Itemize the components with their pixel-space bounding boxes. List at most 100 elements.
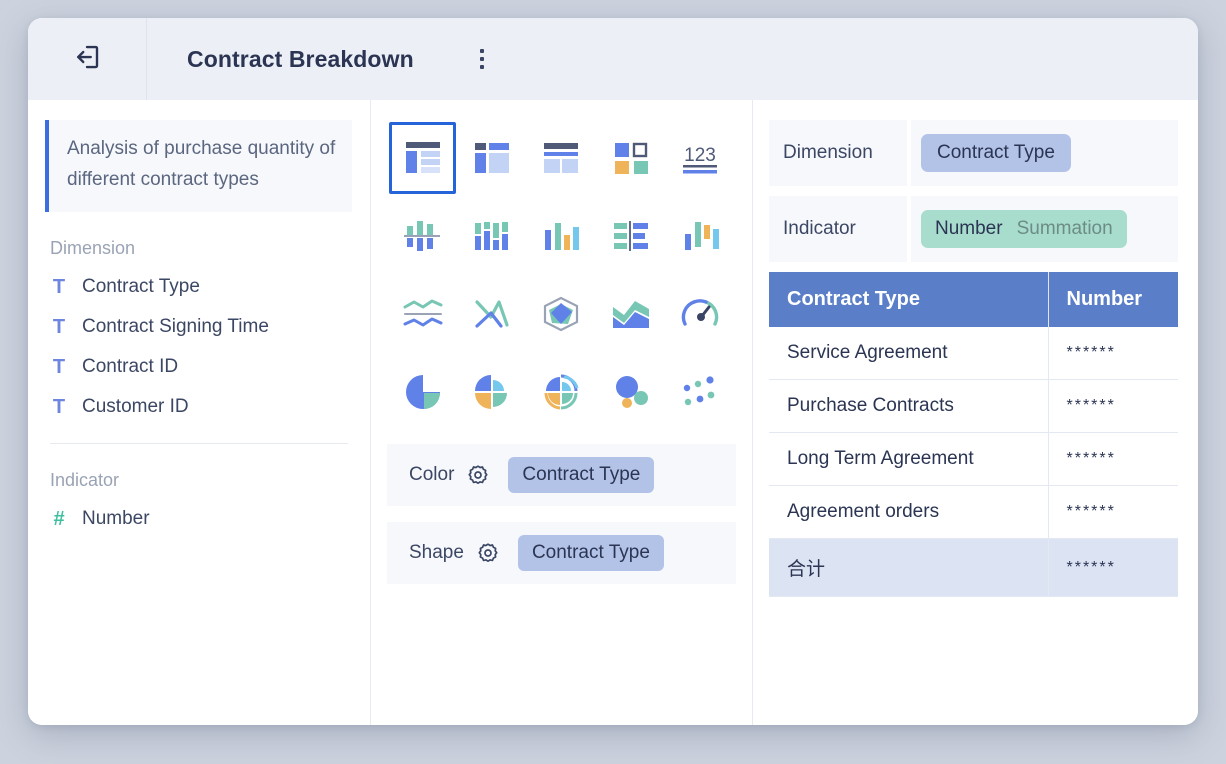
indicator-field-name: Number <box>935 218 1003 239</box>
text-type-icon: T <box>52 355 66 378</box>
chart-type-panel: 123 Color Contract Type Shape Contract T… <box>371 100 753 725</box>
chart-type-area[interactable] <box>597 278 664 350</box>
dimension-field-pill[interactable]: Contract Type <box>921 134 1071 172</box>
fields-sidebar: Analysis of purchase quantity of differe… <box>28 100 371 725</box>
slot-label-dimension: Dimension <box>769 120 907 186</box>
cell-number: ****** <box>1048 432 1178 486</box>
chart-type-card-tile[interactable] <box>597 122 664 194</box>
chart-type-bidirectional-bar[interactable] <box>389 200 456 272</box>
sidebar-field-contract-type[interactable]: T Contract Type <box>28 267 370 307</box>
number-type-icon: # <box>53 507 65 530</box>
cell-number: ****** <box>1048 485 1178 539</box>
exit-arrow-icon <box>72 42 102 77</box>
slot-row-dimension: Dimension Contract Type <box>769 120 1178 186</box>
kebab-menu-icon[interactable] <box>474 43 490 75</box>
table-header-number[interactable]: Number <box>1048 272 1178 327</box>
field-label: Customer ID <box>82 395 189 417</box>
cell-contract-type: Purchase Contracts <box>769 379 1049 433</box>
header-main: Contract Breakdown <box>147 18 1198 100</box>
bidirectional-bar-chart-icon <box>400 215 446 257</box>
app-window: Contract Breakdown Analysis of purchase … <box>28 18 1198 725</box>
donut-segment-chart-icon <box>469 371 515 413</box>
field-label: Number <box>82 507 150 529</box>
cell-number: ****** <box>1048 379 1178 433</box>
area-chart-icon <box>608 293 654 335</box>
indicator-field-pill[interactable]: Number Summation <box>921 210 1127 248</box>
sidebar-field-contract-signing-time[interactable]: T Contract Signing Time <box>28 307 370 347</box>
waterfall-bar-chart-icon <box>469 215 515 257</box>
multi-line-chart-icon <box>400 293 446 335</box>
encoding-row-color: Color Contract Type <box>387 444 736 506</box>
chart-type-column[interactable] <box>528 200 595 272</box>
chart-type-horizontal-bar[interactable] <box>597 200 664 272</box>
column-chart-icon <box>538 215 584 257</box>
table-row[interactable]: Agreement orders ****** <box>769 485 1178 539</box>
text-type-icon: T <box>52 315 66 338</box>
slot-value-indicator: Number Summation <box>911 196 1178 262</box>
preview-panel: Dimension Contract Type Indicator Number… <box>753 100 1198 725</box>
cell-contract-type: Service Agreement <box>769 327 1049 380</box>
chart-type-waterfall-bar[interactable] <box>458 200 525 272</box>
field-label: Contract Type <box>82 275 200 297</box>
horizontal-bar-chart-icon <box>608 215 654 257</box>
cross-table-chart-icon <box>540 137 582 179</box>
sidebar-field-number[interactable]: # Number <box>28 499 370 539</box>
cell-number: ****** <box>1048 327 1178 380</box>
gear-icon[interactable] <box>476 541 500 565</box>
cell-total-number: ****** <box>1048 538 1178 597</box>
dimension-group-label: Dimension <box>50 237 136 258</box>
exit-button[interactable] <box>28 18 147 100</box>
floating-bar-chart-icon <box>677 215 723 257</box>
cell-contract-type: Agreement orders <box>769 485 1049 539</box>
chart-type-cross-table[interactable] <box>528 122 595 194</box>
text-type-icon: T <box>52 395 66 418</box>
slot-row-indicator: Indicator Number Summation <box>769 196 1178 262</box>
radar-chart-icon <box>538 293 584 335</box>
chart-type-floating-bar[interactable] <box>667 200 734 272</box>
encoding-label: Shape <box>409 542 464 563</box>
slot-value-dimension: Contract Type <box>911 120 1178 186</box>
slot-label-indicator: Indicator <box>769 196 907 262</box>
chart-type-donut-segment[interactable] <box>458 356 525 428</box>
dual-axis-line-chart-icon <box>469 293 515 335</box>
table-row[interactable]: Purchase Contracts ****** <box>769 379 1178 433</box>
app-body: Analysis of purchase quantity of differe… <box>28 100 1198 725</box>
bubble-chart-icon <box>608 371 654 413</box>
pie-chart-icon <box>400 371 446 413</box>
chart-type-number[interactable]: 123 <box>667 122 734 194</box>
table-chart-icon <box>402 137 444 179</box>
table-row[interactable]: Service Agreement ****** <box>769 327 1178 380</box>
table-header-row: Contract Type Number <box>769 272 1178 327</box>
encoding-value-pill[interactable]: Contract Type <box>517 535 664 571</box>
chart-type-gauge[interactable] <box>667 278 734 350</box>
chart-type-pivot-table[interactable] <box>458 122 525 194</box>
encoding-value-pill[interactable]: Contract Type <box>508 457 655 493</box>
analysis-description: Analysis of purchase quantity of differe… <box>45 120 352 212</box>
page-title: Contract Breakdown <box>187 45 414 72</box>
encoding-row-shape: Shape Contract Type <box>387 522 736 584</box>
chart-type-radar[interactable] <box>528 278 595 350</box>
app-header: Contract Breakdown <box>28 18 1198 100</box>
chart-type-multi-line[interactable] <box>389 278 456 350</box>
scatter-chart-icon <box>677 371 723 413</box>
chart-type-pie[interactable] <box>389 356 456 428</box>
chart-type-scatter[interactable] <box>667 356 734 428</box>
card-tile-chart-icon <box>610 137 652 179</box>
table-header-contract-type[interactable]: Contract Type <box>769 272 1049 327</box>
chart-type-rose-polar[interactable] <box>528 356 595 428</box>
indicator-aggregation: Summation <box>1016 218 1113 239</box>
chart-type-dual-axis-line[interactable] <box>458 278 525 350</box>
table-row[interactable]: Long Term Agreement ****** <box>769 432 1178 486</box>
rose-polar-chart-icon <box>538 371 584 413</box>
table-total-row[interactable]: 合计 ****** <box>769 538 1178 597</box>
svg-text:123: 123 <box>684 145 716 166</box>
chart-type-bubble[interactable] <box>597 356 664 428</box>
sidebar-field-contract-id[interactable]: T Contract ID <box>28 347 370 387</box>
gear-icon[interactable] <box>466 463 490 487</box>
result-table: Contract Type Number Service Agreement *… <box>769 272 1178 597</box>
chart-type-table[interactable] <box>389 122 457 194</box>
cell-total-label: 合计 <box>769 538 1049 597</box>
text-type-icon: T <box>52 275 66 298</box>
sidebar-field-customer-id[interactable]: T Customer ID <box>28 387 370 427</box>
field-label: Contract Signing Time <box>82 315 269 337</box>
